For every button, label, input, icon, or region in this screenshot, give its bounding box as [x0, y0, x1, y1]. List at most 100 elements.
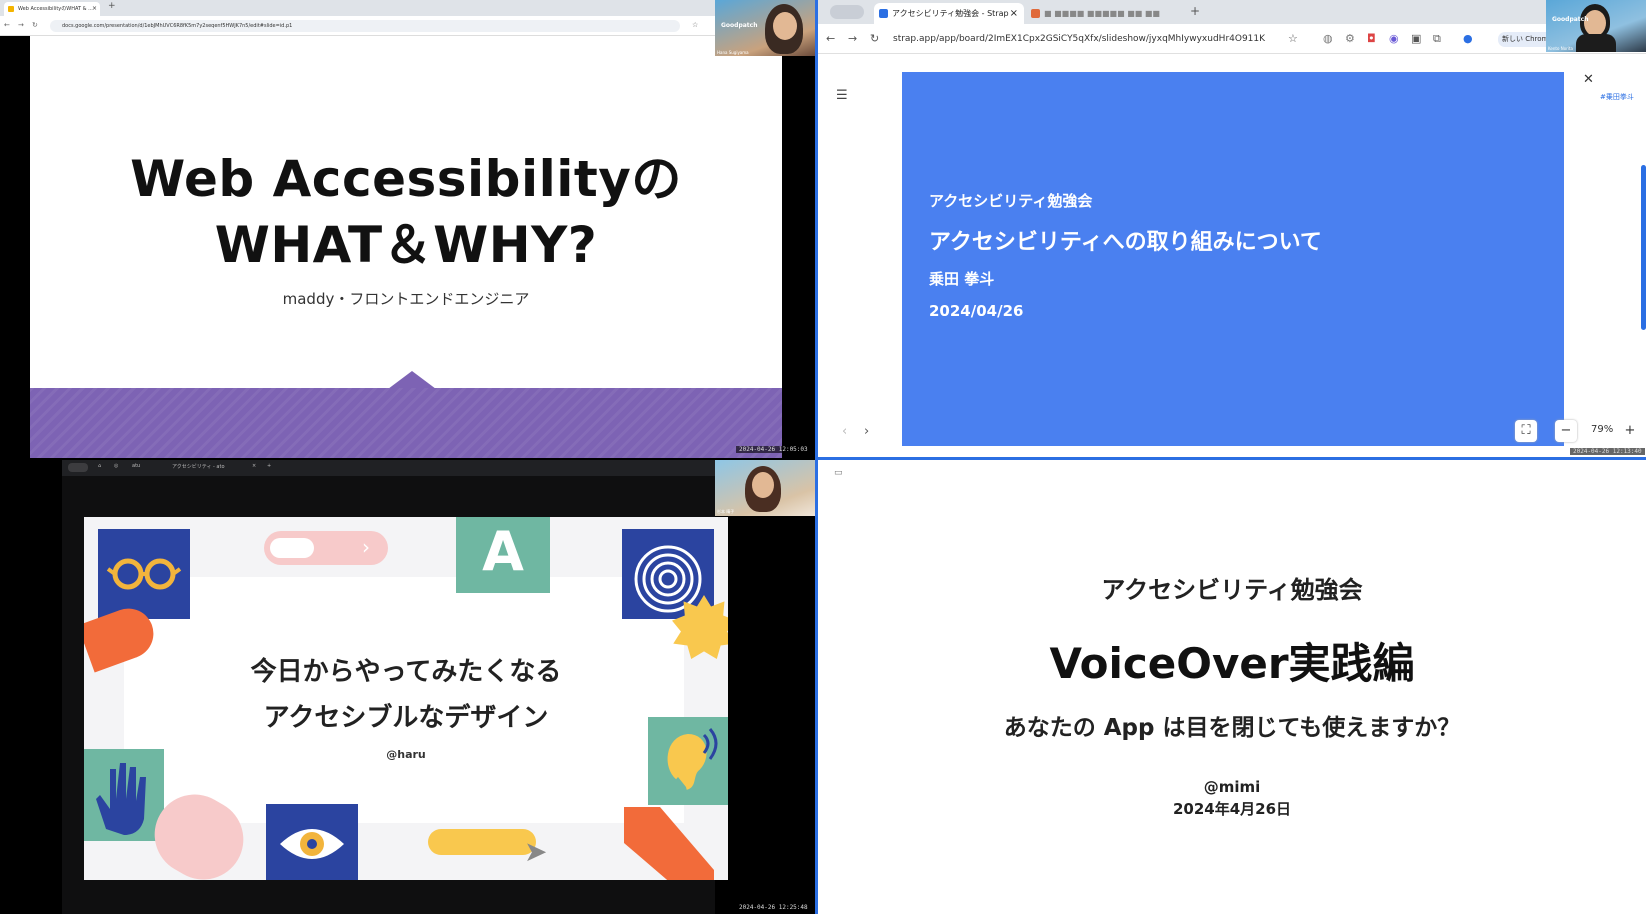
cursor-arrow-icon: ➤: [524, 835, 548, 868]
slide-canvas: アクセシビリティ勉強会 アクセシビリティへの取り組みについて 乗田 拳斗 202…: [902, 72, 1564, 446]
browser-tab-bar: アクセシビリティ勉強会 - Strap × ■ ■■■■ ■■■■■ ■■ ■■…: [818, 0, 1646, 24]
slide-speaker: 乗田 拳斗: [929, 270, 995, 288]
tab-group-icon[interactable]: [830, 5, 864, 19]
slide-date: 2024年4月26日: [1172, 800, 1292, 818]
tab-title[interactable]: アクセシビリティ - ato: [172, 463, 225, 470]
fit-screen-icon[interactable]: ⛶: [1515, 420, 1537, 442]
close-tab-icon[interactable]: ×: [252, 463, 256, 469]
new-tab-icon[interactable]: +: [108, 1, 116, 11]
url-field[interactable]: strap.app/app/board/2ImEX1Cpx2GSiCY5qXfx…: [893, 30, 1413, 49]
screen-share-strap: アクセシビリティ勉強会 - Strap × ■ ■■■■ ■■■■■ ■■ ■■…: [815, 0, 1646, 460]
slide-canvas: › A ➤ 今日からやってみたくなる アクセシブルなデザイン @haru: [84, 517, 728, 880]
zoom-controls: ⛶ − 79% +: [1515, 418, 1645, 446]
slide-subtitle: あなたの App は目を閉じても使えますか？: [1003, 715, 1461, 741]
back-icon[interactable]: ←: [4, 21, 10, 29]
slide-title-line-1: Web Accessibilityの: [130, 150, 682, 208]
toggle-decoration: ›: [264, 531, 388, 565]
participant-camera: Goodpatch Hana Sugiyama: [715, 0, 815, 56]
tab-title: Web AccessibilityのWHAT & ...: [18, 6, 93, 12]
side-tag[interactable]: #乗田拳斗: [1600, 92, 1634, 102]
slide-event-label: アクセシビリティ勉強会: [929, 192, 1093, 210]
slide-title: アクセシビリティへの取り組みについて: [929, 230, 1322, 255]
participant-face: [1584, 10, 1606, 36]
close-tab-icon[interactable]: ×: [92, 2, 97, 16]
slide-title: Web Accessibilityの WHAT＆WHY?: [30, 146, 782, 278]
slide-date: 2024/04/26: [929, 302, 1024, 320]
close-tab-icon[interactable]: ×: [1010, 3, 1018, 24]
home-icon[interactable]: ⌂: [98, 463, 101, 469]
participant-face: [773, 12, 797, 40]
participant-camera: Goodpatch Kento Norita: [1546, 0, 1646, 52]
bookmark-star-icon[interactable]: ☆: [692, 21, 698, 29]
side-scrollbar[interactable]: [1641, 165, 1646, 330]
cam-brand-label: Goodpatch: [1552, 16, 1589, 23]
prev-slide-icon[interactable]: ‹: [842, 424, 847, 439]
new-tab-icon[interactable]: +: [1190, 4, 1200, 18]
extension-icon[interactable]: ◍: [1323, 32, 1333, 45]
slide-title: VoiceOver実践編: [1049, 639, 1415, 688]
glasses-block: [98, 529, 190, 619]
slide-subtitle: maddy・フロントエンドエンジニア: [282, 290, 530, 308]
forward-icon[interactable]: →: [18, 21, 24, 29]
globe-icon[interactable]: ◎: [114, 463, 118, 469]
slides-favicon-icon: [8, 6, 14, 12]
extension-icon-2[interactable]: ◉: [1389, 32, 1399, 45]
reload-icon[interactable]: ↻: [32, 21, 38, 29]
browser-tab-strap[interactable]: アクセシビリティ勉強会 - Strap ×: [874, 3, 1024, 24]
puzzle-icon[interactable]: ⧉: [1433, 32, 1441, 46]
tab-home-label[interactable]: atu: [132, 463, 140, 469]
orange-corner-shape: [624, 807, 714, 880]
timestamp: 2024-04-26 12:25:48: [736, 904, 811, 911]
participant-camera: 杉本 晴子: [715, 460, 815, 516]
slide-title-line-2: アクセシブルなデザイン: [263, 703, 549, 733]
screen-icon[interactable]: ▣: [1411, 32, 1421, 45]
screen-share-voiceover: ▭ アクセシビリティ勉強会 VoiceOver実践編 あなたの App は目を閉…: [815, 460, 1646, 914]
url-field[interactable]: docs.google.com/presentation/d/1ebJMhUVC…: [50, 20, 680, 32]
participant-name: Hana Sugiyama: [717, 50, 749, 55]
hand-icon: [96, 763, 146, 835]
forward-icon[interactable]: →: [848, 32, 857, 45]
yellow-pill: [428, 829, 536, 855]
pocket-icon[interactable]: ◘: [1367, 32, 1376, 45]
letter-a-icon: A: [456, 517, 550, 593]
menu-icon[interactable]: ☰: [836, 88, 848, 103]
slide-title-line-2: WHAT＆WHY?: [214, 216, 598, 274]
profile-icon[interactable]: ●: [1463, 32, 1473, 45]
participant-name: Kento Norita: [1548, 46, 1573, 51]
zoom-in-icon[interactable]: +: [1619, 420, 1641, 442]
browser-tab-slides[interactable]: Web AccessibilityのWHAT & ... ×: [4, 2, 100, 16]
new-chrome-button[interactable]: 新しい Chrom: [1498, 32, 1553, 47]
slide-title-line-1: 今日からやってみたくなる: [250, 657, 562, 687]
participant-name: 杉本 晴子: [717, 509, 735, 514]
close-icon[interactable]: ✕: [1583, 72, 1594, 87]
bookmark-star-icon[interactable]: ☆: [1288, 32, 1298, 45]
new-tab-icon[interactable]: +: [267, 463, 271, 469]
screen-share-accessible-design: ⌂ ◎ atu アクセシビリティ - ato × + › A ➤ 今日からやって…: [0, 460, 815, 914]
participant-shirt: [1576, 34, 1616, 52]
back-icon[interactable]: ←: [826, 32, 835, 45]
other-favicon-icon: [1031, 9, 1040, 18]
slide-author: @mimi: [1203, 778, 1261, 796]
zoom-out-icon[interactable]: −: [1555, 420, 1577, 442]
timestamp: 2024-04-26 12:05:03: [736, 446, 811, 453]
tab-title: ■ ■■■■ ■■■■■ ■■ ■■: [1044, 9, 1160, 18]
screen-share-web-accessibility: Web AccessibilityのWHAT & ... × + ← → ↻ d…: [0, 0, 815, 458]
slide-canvas: Web Accessibilityの WHAT＆WHY? maddy・フロントエ…: [30, 36, 782, 458]
purple-band: [30, 388, 782, 458]
tab-title: アクセシビリティ勉強会 - Strap: [892, 9, 1009, 18]
cam-brand-label: Goodpatch: [721, 22, 758, 29]
chevron-right-icon: ›: [362, 535, 370, 559]
toggle-knob: [270, 538, 314, 558]
next-slide-icon[interactable]: ›: [864, 424, 869, 439]
zoom-level: 79%: [1591, 424, 1614, 435]
browser-tab-other[interactable]: ■ ■■■■ ■■■■■ ■■ ■■: [1026, 3, 1176, 24]
tab-group-icon[interactable]: [68, 463, 88, 472]
browser-tab-bar: ⌂ ◎ atu アクセシビリティ - ato × +: [62, 460, 715, 476]
eye-block: [266, 804, 358, 880]
glasses-icon: [106, 558, 182, 590]
slide-author: @haru: [386, 748, 426, 761]
reload-icon[interactable]: ↻: [870, 32, 879, 45]
settings-icon[interactable]: ⚙: [1345, 32, 1355, 45]
slide-panel-icon[interactable]: ▭: [834, 468, 843, 478]
strap-favicon-icon: [879, 9, 888, 18]
